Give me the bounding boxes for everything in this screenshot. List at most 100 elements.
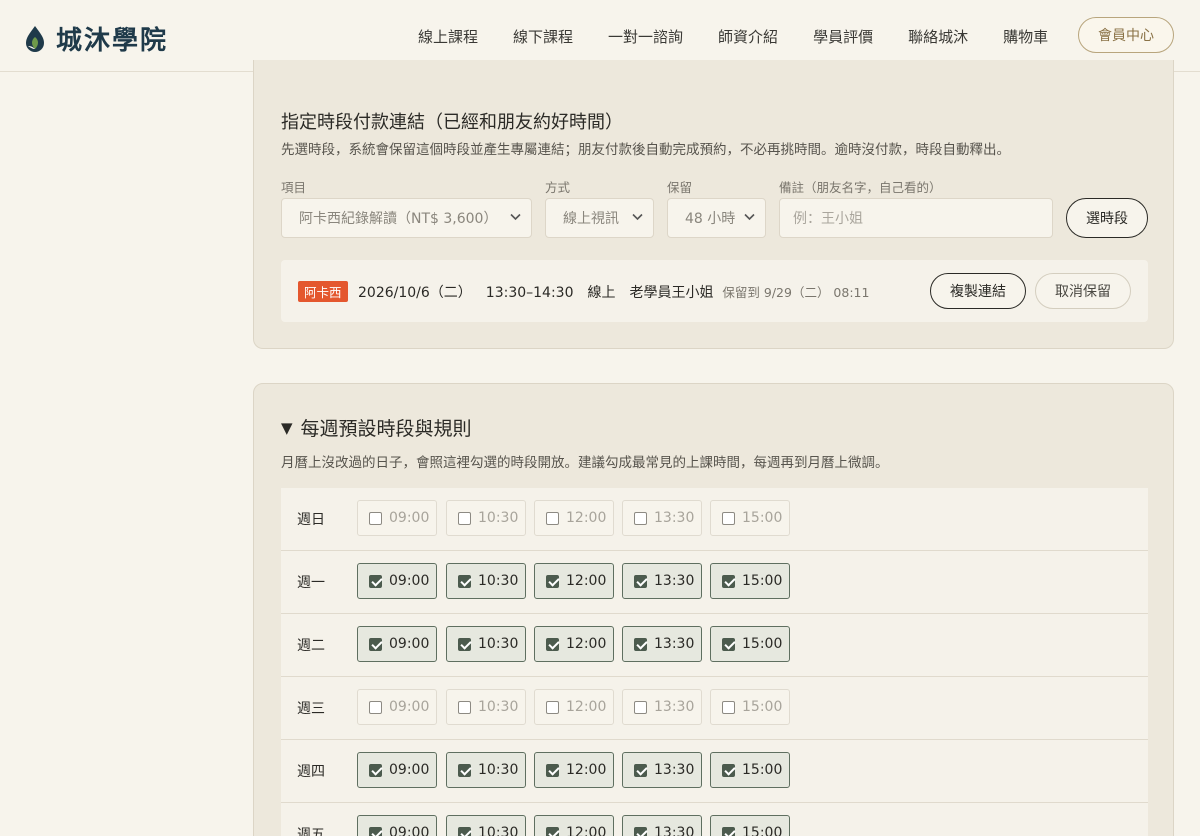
- weekday-row: 週二 09:00 10:30 12:00 13:30 15:00: [281, 614, 1148, 677]
- item-select[interactable]: 阿卡西紀錄解讀（NT$ 3,600）: [281, 198, 532, 238]
- nav-teachers[interactable]: 師資介紹: [718, 26, 778, 47]
- time-slot-label: 10:30: [478, 510, 519, 526]
- weekly-defaults-card: ▼ 每週預設時段與規則 月曆上沒改過的日子，會照這裡勾選的時段開放。建議勾成最常…: [253, 383, 1174, 836]
- triangle-down-icon: ▼: [281, 418, 293, 437]
- note-input[interactable]: 例：王小姐: [779, 198, 1053, 238]
- time-slot-label: 13:30: [654, 573, 695, 589]
- weekly-defaults-description: 月曆上沒改過的日子，會照這裡勾選的時段開放。建議勾成最常見的上課時間，每週再到月…: [281, 455, 889, 471]
- time-slot-checkbox[interactable]: 13:30: [622, 563, 702, 599]
- hold-duration-select[interactable]: 48 小時: [667, 198, 766, 238]
- member-center-button[interactable]: 會員中心: [1078, 17, 1174, 53]
- nav-online-courses[interactable]: 線上課程: [418, 26, 478, 47]
- time-slot-checkbox[interactable]: 09:00: [357, 563, 437, 599]
- held-date: 2026/10/6（二）: [358, 285, 472, 301]
- time-slot-checkbox[interactable]: 13:30: [622, 752, 702, 788]
- checkbox-empty-icon: [634, 700, 647, 714]
- checkbox-checked-icon: [458, 826, 471, 836]
- leaf-drop-icon: [26, 25, 44, 52]
- brand-logo[interactable]: 城沐學院: [24, 20, 168, 57]
- time-slot-label: 15:00: [742, 636, 783, 652]
- time-slot-checkbox[interactable]: 15:00: [710, 752, 790, 788]
- time-slot-checkbox[interactable]: 12:00: [534, 815, 614, 836]
- time-slot-checkbox[interactable]: 12:00: [534, 752, 614, 788]
- checkbox-checked-icon: [369, 763, 382, 777]
- time-slot-checkbox[interactable]: 13:30: [622, 626, 702, 662]
- pick-slot-button[interactable]: 選時段: [1066, 198, 1148, 238]
- time-slot-checkbox[interactable]: 15:00: [710, 626, 790, 662]
- time-slot-label: 12:00: [566, 699, 607, 715]
- time-slot-label: 13:30: [654, 825, 695, 836]
- time-slot-checkbox[interactable]: 09:00: [357, 626, 437, 662]
- time-slot-checkbox[interactable]: 13:30: [622, 500, 702, 536]
- time-slot-checkbox[interactable]: 09:00: [357, 500, 437, 536]
- nav-consultation[interactable]: 一對一諮詢: [608, 26, 683, 47]
- mode-select-value: 線上視訊: [563, 211, 619, 227]
- held-slot-info: 2026/10/6（二） 13:30–14:30 線上 老學員王小姐 保留到 9/29…: [358, 282, 869, 302]
- time-slot-label: 12:00: [566, 825, 607, 836]
- weekday-row: 週三 09:00 10:30 12:00 13:30 15:00: [281, 677, 1148, 740]
- time-slot-label: 15:00: [742, 762, 783, 778]
- nav-reviews[interactable]: 學員評價: [813, 26, 873, 47]
- nav-offline-courses[interactable]: 線下課程: [513, 26, 573, 47]
- weekly-defaults-toggle[interactable]: ▼ 每週預設時段與規則: [281, 414, 472, 441]
- item-select-value: 阿卡西紀錄解讀（NT$ 3,600）: [299, 211, 498, 227]
- time-slot-label: 15:00: [742, 699, 783, 715]
- held-mode: 線上: [587, 285, 616, 301]
- checkbox-checked-icon: [722, 826, 735, 836]
- chevron-down-icon: [510, 213, 521, 221]
- time-slot-checkbox[interactable]: 12:00: [534, 626, 614, 662]
- time-slot-checkbox[interactable]: 10:30: [446, 626, 526, 662]
- checkbox-empty-icon: [546, 511, 559, 525]
- held-time: 13:30–14:30: [485, 285, 574, 301]
- time-slot-checkbox[interactable]: 10:30: [446, 815, 526, 836]
- time-slot-checkbox[interactable]: 15:00: [710, 689, 790, 725]
- checkbox-checked-icon: [546, 763, 559, 777]
- time-slot-checkbox[interactable]: 09:00: [357, 815, 437, 836]
- time-slot-checkbox[interactable]: 13:30: [622, 815, 702, 836]
- checkbox-checked-icon: [722, 637, 735, 651]
- weekly-slot-table: 週日 09:00 10:30 12:00 13:30 15:00 週一 09:00 10:30 1…: [281, 488, 1148, 836]
- time-slot-checkbox[interactable]: 09:00: [357, 689, 437, 725]
- time-slot-label: 10:30: [478, 573, 519, 589]
- time-slot-label: 15:00: [742, 825, 783, 836]
- time-slot-label: 09:00: [389, 825, 430, 836]
- time-slot-checkbox[interactable]: 10:30: [446, 752, 526, 788]
- held-expire: 保留到 9/29（二） 08:11: [722, 285, 870, 300]
- checkbox-empty-icon: [546, 700, 559, 714]
- time-slot-checkbox[interactable]: 12:00: [534, 689, 614, 725]
- time-slot-checkbox[interactable]: 15:00: [710, 815, 790, 836]
- time-slot-checkbox[interactable]: 10:30: [446, 500, 526, 536]
- checkbox-checked-icon: [546, 574, 559, 588]
- checkbox-checked-icon: [458, 574, 471, 588]
- held-slot-row: 阿卡西 2026/10/6（二） 13:30–14:30 線上 老學員王小姐 保留到 …: [281, 260, 1148, 322]
- time-slot-label: 15:00: [742, 573, 783, 589]
- time-slot-label: 09:00: [389, 573, 430, 589]
- time-slot-checkbox[interactable]: 12:00: [534, 563, 614, 599]
- time-slot-label: 13:30: [654, 510, 695, 526]
- booking-link-card: 指定時段付款連結（已經和朋友約好時間） 先選時段，系統會保留這個時段並產生專屬連…: [253, 60, 1174, 349]
- time-slot-checkbox[interactable]: 13:30: [622, 689, 702, 725]
- hold-label: 保留: [667, 180, 693, 195]
- nav-contact[interactable]: 聯絡城沐: [908, 26, 968, 47]
- checkbox-empty-icon: [458, 700, 471, 714]
- note-input-placeholder: 例：王小姐: [793, 211, 863, 227]
- time-slot-checkbox[interactable]: 15:00: [710, 500, 790, 536]
- time-slot-label: 10:30: [478, 762, 519, 778]
- copy-link-button[interactable]: 複製連結: [930, 273, 1026, 309]
- cancel-hold-button[interactable]: 取消保留: [1035, 273, 1131, 309]
- checkbox-checked-icon: [458, 637, 471, 651]
- time-slot-label: 13:30: [654, 636, 695, 652]
- time-slot-checkbox[interactable]: 10:30: [446, 689, 526, 725]
- time-slot-checkbox[interactable]: 09:00: [357, 752, 437, 788]
- time-slot-checkbox[interactable]: 15:00: [710, 563, 790, 599]
- checkbox-checked-icon: [722, 574, 735, 588]
- time-slot-checkbox[interactable]: 10:30: [446, 563, 526, 599]
- time-slot-label: 09:00: [389, 762, 430, 778]
- hold-duration-value: 48 小時: [685, 211, 736, 227]
- mode-select[interactable]: 線上視訊: [545, 198, 654, 238]
- time-slot-label: 10:30: [478, 825, 519, 836]
- nav-cart[interactable]: 購物車: [1003, 26, 1048, 47]
- weekday-label: 週日: [297, 512, 325, 528]
- time-slot-checkbox[interactable]: 12:00: [534, 500, 614, 536]
- time-slot-label: 09:00: [389, 699, 430, 715]
